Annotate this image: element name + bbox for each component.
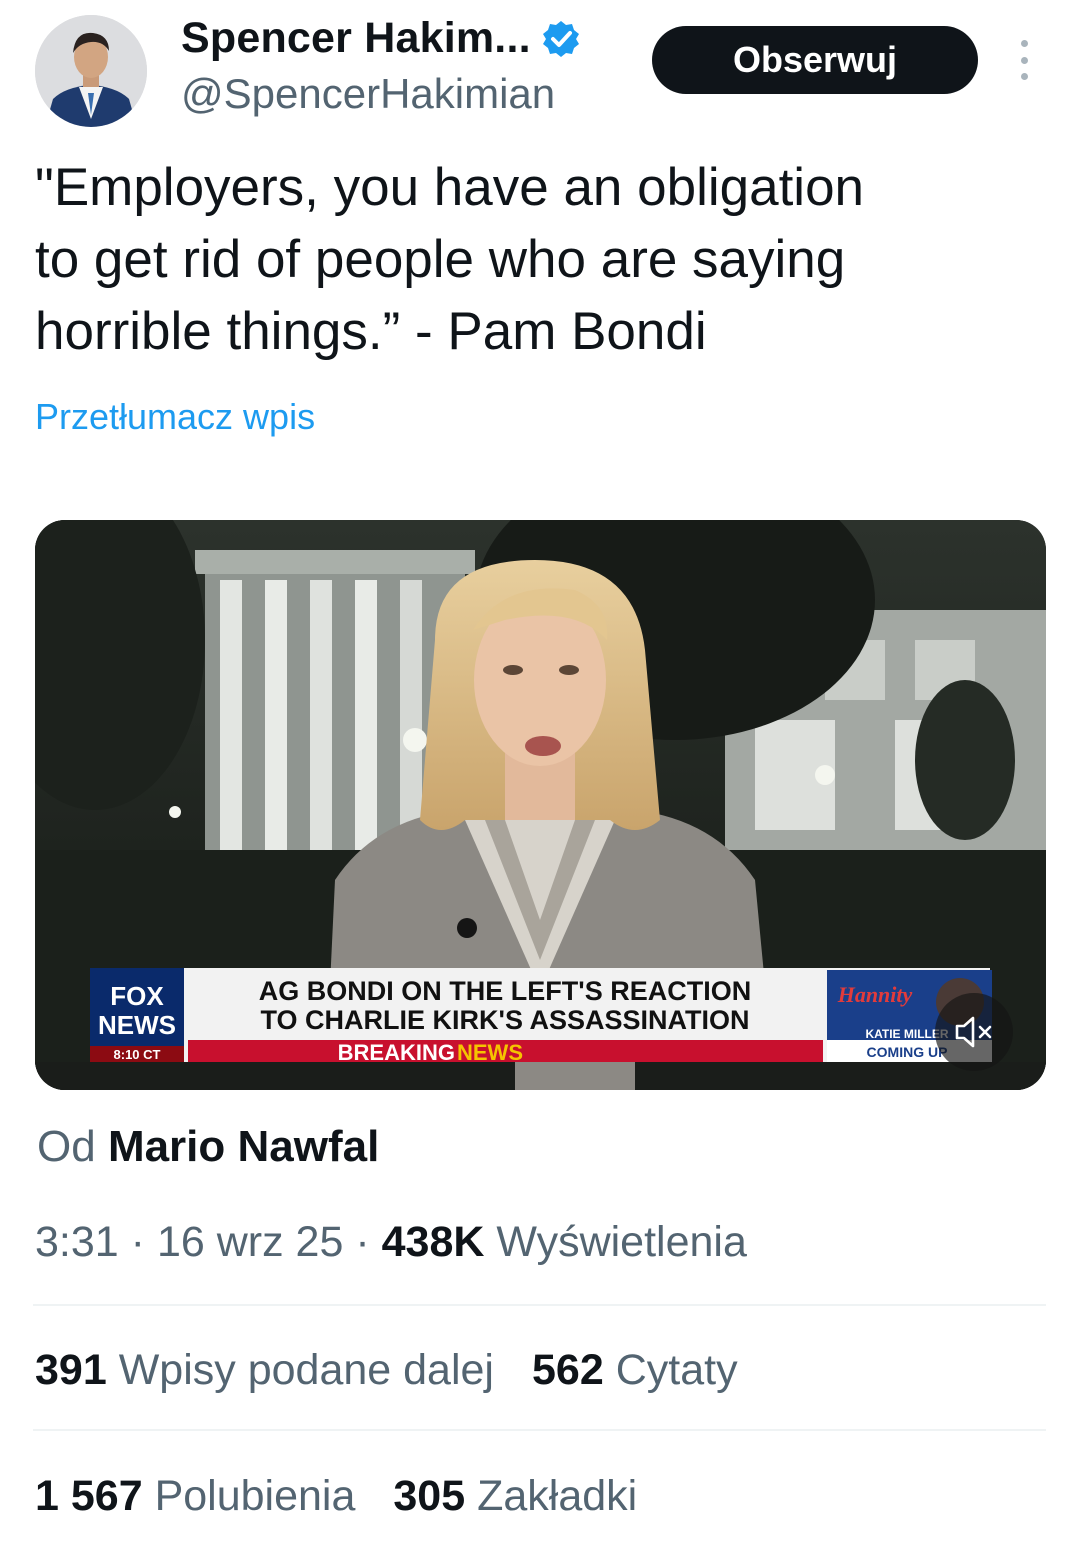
author-display-name[interactable]: Spencer Hakim...: [181, 14, 531, 63]
translate-post-link[interactable]: Przetłumacz wpis: [35, 396, 315, 438]
views-count: 438K: [381, 1218, 485, 1266]
time-bug: 8:10 CT: [114, 1047, 161, 1062]
fox-logo-line2: NEWS: [98, 1010, 176, 1040]
fox-logo-line1: FOX: [110, 981, 164, 1011]
avatar-image: [35, 15, 147, 127]
post-date[interactable]: 16 wrz 25: [157, 1218, 343, 1266]
author-avatar[interactable]: [35, 15, 147, 127]
likes-stat[interactable]: 1 567 Polubienia: [35, 1472, 355, 1521]
divider: [33, 1429, 1046, 1431]
breaking-label: BREAKING: [338, 1040, 455, 1065]
tweet-text-line: horrible things.” - Pam Bondi: [35, 302, 707, 361]
news-label: NEWS: [457, 1040, 523, 1065]
tweet-text: "Employers, you have an obligation to ge…: [35, 152, 1045, 368]
divider: [33, 1304, 1046, 1306]
quotes-stat[interactable]: 562 Cytaty: [532, 1346, 738, 1395]
tweet-text-line: to get rid of people who are saying: [35, 230, 846, 289]
more-vertical-icon: [1020, 40, 1028, 47]
engagement-row-1: 391 Wpisy podane dalej 562 Cytaty: [35, 1346, 776, 1395]
verified-badge-icon: [542, 20, 579, 57]
reposts-count: 391: [35, 1346, 107, 1394]
reposts-label: Wpisy podane dalej: [118, 1346, 494, 1394]
volume-muted-icon: [955, 1016, 992, 1048]
bookmarks-label: Zakładki: [477, 1472, 638, 1520]
video-frame: FOX NEWS 8:10 CT AG BONDI ON THE LEFT'S …: [35, 520, 1046, 1090]
bookmarks-stat[interactable]: 305 Zakładki: [393, 1472, 637, 1521]
follow-button[interactable]: Obserwuj: [652, 26, 978, 94]
promo-coming-up: COMING UP: [867, 1044, 948, 1060]
source-name[interactable]: Mario Nawfal: [108, 1122, 379, 1171]
views-label: Wyświetlenia: [496, 1218, 747, 1266]
chyron-line-2: TO CHARLIE KIRK'S ASSASSINATION: [261, 1005, 750, 1035]
video-source-attribution[interactable]: Od Mario Nawfal: [37, 1122, 379, 1172]
post-time[interactable]: 3:31: [35, 1218, 119, 1266]
author-name-row[interactable]: Spencer Hakim...: [181, 14, 581, 63]
likes-count: 1 567: [35, 1472, 143, 1520]
engagement-row-2: 1 567 Polubienia 305 Zakładki: [35, 1472, 675, 1521]
quotes-count: 562: [532, 1346, 604, 1394]
more-options-button[interactable]: [1008, 40, 1040, 80]
quotes-label: Cytaty: [615, 1346, 738, 1394]
mute-toggle-button[interactable]: [935, 993, 1013, 1071]
likes-label: Polubienia: [154, 1472, 356, 1520]
video-player[interactable]: FOX NEWS 8:10 CT AG BONDI ON THE LEFT'S …: [35, 520, 1046, 1090]
chyron-line-1: AG BONDI ON THE LEFT'S REACTION: [259, 976, 751, 1006]
source-prefix: Od: [37, 1122, 96, 1171]
tweet-text-line: "Employers, you have an obligation: [35, 158, 865, 217]
author-handle[interactable]: @SpencerHakimian: [181, 70, 555, 118]
post-meta-row: 3:31 · 16 wrz 25 · 438K Wyświetlenia: [35, 1218, 747, 1266]
reposts-stat[interactable]: 391 Wpisy podane dalej: [35, 1346, 494, 1395]
promo-show-name: Hannity: [837, 982, 913, 1007]
bookmarks-count: 305: [393, 1472, 466, 1520]
